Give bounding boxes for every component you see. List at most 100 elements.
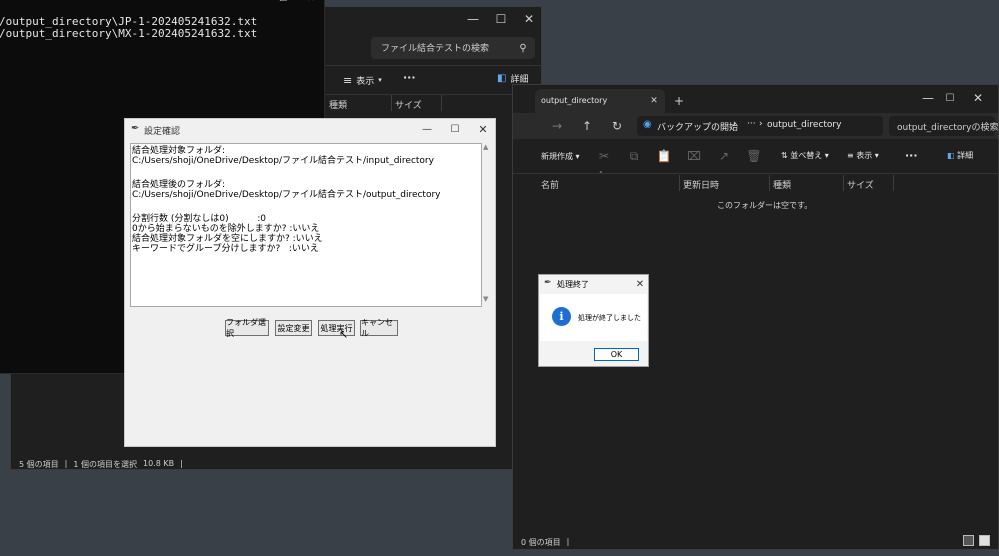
search-box[interactable]: ファイル結合テストの検索 ⚲ bbox=[371, 37, 535, 59]
tk-feather-icon: ✒ bbox=[131, 123, 140, 134]
mouse-cursor-icon: ↖ bbox=[339, 328, 349, 341]
column-header-date[interactable]: 更新日時 bbox=[683, 178, 719, 191]
search-input: ファイル結合テストの検索 bbox=[381, 44, 490, 54]
breadcrumb-root[interactable]: バックアップの開始 bbox=[657, 120, 738, 133]
details-label: 詳細 bbox=[957, 151, 974, 160]
completion-message-box: ✒ 処理終了 ✕ i 処理が終了しました OK bbox=[538, 274, 649, 367]
close-icon[interactable]: ✕ bbox=[475, 121, 491, 137]
details-button[interactable]: ◧ 詳細 bbox=[947, 150, 973, 161]
settings-dialog: ✒ 設定確認 — ☐ ✕ 結合処理対象フォルダ: C:/Users/shoji/… bbox=[124, 118, 496, 447]
column-divider bbox=[769, 175, 770, 191]
search-input: output_directoryの検索 bbox=[897, 123, 999, 133]
run-button[interactable]: 処理実行 bbox=[318, 320, 355, 336]
message-box-body: i 処理が終了しました bbox=[540, 294, 647, 341]
view-button[interactable]: ≡ 表示 ▾ bbox=[847, 150, 879, 161]
scroll-down-icon[interactable]: ▼ bbox=[483, 295, 488, 303]
status-divider: | bbox=[64, 459, 68, 468]
paste-icon[interactable]: 📋 bbox=[657, 149, 672, 163]
minimize-icon[interactable]: — bbox=[463, 9, 483, 29]
settings-text-content: 結合処理対象フォルダ: C:/Users/shoji/OneDrive/Desk… bbox=[132, 146, 441, 254]
terminal-output-line: /output_directory\MX-1-202405241632.txt bbox=[0, 27, 258, 40]
view-lines-icon: ≡ bbox=[343, 73, 353, 87]
maximize-icon[interactable]: ☐ bbox=[275, 0, 291, 7]
settings-line: 結合処理対象フォルダ: bbox=[132, 146, 226, 156]
new-label: 新規作成 bbox=[541, 152, 573, 161]
column-header-size[interactable]: サイズ bbox=[847, 178, 874, 191]
more-icon[interactable]: ··· bbox=[905, 149, 918, 162]
maximize-icon[interactable]: ☐ bbox=[491, 9, 511, 29]
settings-line: C:/Users/shoji/OneDrive/Desktop/ファイル結合テス… bbox=[132, 156, 434, 166]
settings-line: キーワードでグループ分けしますか? :いいえ bbox=[132, 244, 319, 254]
tiles-view-icon[interactable] bbox=[979, 535, 990, 546]
column-divider bbox=[843, 175, 844, 191]
close-icon[interactable]: ✕ bbox=[519, 9, 539, 29]
chevron-down-icon: ▾ bbox=[378, 76, 382, 84]
new-tab-icon[interactable]: + bbox=[671, 93, 687, 109]
status-selected: 1 個の項目を選択 bbox=[73, 460, 137, 469]
status-item-count: 5 個の項目 bbox=[19, 460, 59, 469]
status-size: 10.8 KB bbox=[142, 459, 175, 468]
column-divider bbox=[391, 95, 392, 111]
empty-folder-text: このフォルダーは空です。 bbox=[717, 201, 813, 210]
settings-text-area[interactable]: 結合処理対象フォルダ: C:/Users/shoji/OneDrive/Desk… bbox=[130, 143, 482, 307]
forward-arrow-icon[interactable]: → bbox=[549, 118, 565, 134]
chevron-right-icon: › bbox=[733, 119, 737, 129]
status-divider: | bbox=[566, 537, 570, 546]
new-button[interactable]: 新規作成 ▾ bbox=[541, 151, 580, 162]
column-header-type[interactable]: 種類 bbox=[773, 178, 791, 191]
nav-bar: → ↑ ↻ ◉ バックアップの開始 › ··· › output_directo… bbox=[513, 113, 998, 139]
ok-button[interactable]: OK bbox=[594, 348, 639, 361]
close-icon[interactable]: ✕ bbox=[303, 0, 319, 7]
maximize-icon[interactable]: ☐ bbox=[447, 121, 463, 137]
settings-line: 結合処理後のフォルダ: bbox=[132, 180, 226, 190]
scrollbar[interactable]: ▲ ▼ bbox=[482, 143, 492, 307]
status-divider: | bbox=[180, 459, 183, 468]
details-pane-icon: ◧ bbox=[947, 151, 955, 160]
view-label: 表示 bbox=[856, 151, 873, 160]
sort-button[interactable]: ⇅ 並べ替え ▾ bbox=[781, 150, 829, 161]
cancel-button[interactable]: キャンセル bbox=[360, 318, 398, 338]
column-header-name[interactable]: 名前 bbox=[541, 178, 559, 191]
command-divider bbox=[513, 173, 998, 174]
details-view-icon[interactable] bbox=[963, 535, 974, 546]
share-icon[interactable]: ↗ bbox=[717, 149, 731, 163]
breadcrumb-more-icon[interactable]: ··· bbox=[747, 119, 756, 129]
cut-icon[interactable]: ✂ bbox=[597, 149, 611, 163]
copy-icon[interactable]: ⧉ bbox=[627, 149, 641, 163]
maximize-icon[interactable]: ☐ bbox=[941, 89, 959, 107]
chevron-right-icon: › bbox=[759, 119, 763, 129]
close-icon[interactable]: ✕ bbox=[633, 277, 647, 291]
details-pane-icon: ◧ bbox=[497, 73, 507, 84]
settings-line: 0から始まらないものを除外しますか? :いいえ bbox=[132, 224, 320, 234]
minimize-icon[interactable]: — bbox=[419, 121, 435, 137]
settings-line: 分割行数 (分割なしは0) :0 bbox=[132, 214, 266, 224]
settings-line bbox=[132, 166, 441, 180]
search-icon: ⚲ bbox=[519, 42, 527, 54]
message-text: 処理が終了しました bbox=[578, 314, 641, 322]
tk-feather-icon: ✒ bbox=[544, 278, 552, 288]
folder-select-button[interactable]: フォルダ選択 bbox=[225, 318, 269, 338]
settings-change-button[interactable]: 設定変更 bbox=[275, 320, 312, 336]
column-header-type[interactable]: 種類 bbox=[329, 98, 347, 111]
more-icon[interactable]: ··· bbox=[403, 71, 416, 84]
search-box[interactable]: output_directoryの検索 bbox=[889, 116, 999, 136]
refresh-icon[interactable]: ↻ bbox=[609, 118, 625, 134]
tab-output-directory[interactable]: output_directory ✕ bbox=[535, 89, 665, 113]
sort-label: 並べ替え bbox=[790, 151, 823, 160]
settings-line: C:/Users/shoji/OneDrive/Desktop/ファイル結合テス… bbox=[132, 190, 441, 200]
up-arrow-icon[interactable]: ↑ bbox=[579, 118, 595, 134]
delete-icon[interactable]: 🗑 bbox=[746, 149, 761, 163]
breadcrumb-folder[interactable]: output_directory bbox=[767, 120, 841, 130]
settings-line: 結合処理対象フォルダを空にしますか? :いいえ bbox=[132, 234, 323, 244]
info-icon: i bbox=[552, 307, 571, 326]
view-button[interactable]: ≡ 表示 ▾ bbox=[343, 72, 382, 88]
minimize-icon[interactable]: — bbox=[919, 89, 937, 107]
settings-line bbox=[132, 200, 441, 214]
scroll-up-icon[interactable]: ▲ bbox=[483, 143, 488, 151]
tab-close-icon[interactable]: ✕ bbox=[647, 94, 661, 108]
status-bar: 0 個の項目 | bbox=[521, 537, 569, 548]
address-bar[interactable]: ◉ バックアップの開始 › ··· › output_directory bbox=[637, 116, 883, 136]
close-icon[interactable]: ✕ bbox=[969, 89, 987, 107]
column-header-size[interactable]: サイズ bbox=[395, 98, 422, 111]
rename-icon[interactable]: ⌧ bbox=[687, 149, 701, 163]
